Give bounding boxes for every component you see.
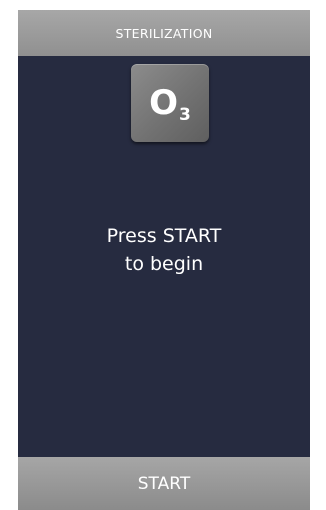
start-button-label: START xyxy=(137,473,191,494)
instruction-message: Press START to begin xyxy=(18,222,310,278)
screen-title: STERILIZATION xyxy=(115,25,213,41)
sterilizer-screen: STERILIZATION O 3 Press START to begin S… xyxy=(18,10,310,510)
instruction-line-1: Press START xyxy=(106,225,222,247)
start-button[interactable]: START xyxy=(18,457,310,510)
o3-letter: O xyxy=(149,83,179,123)
o3-subscript: 3 xyxy=(179,105,191,125)
instruction-line-2: to begin xyxy=(124,253,204,275)
header-bar: STERILIZATION xyxy=(18,10,310,56)
ozone-o3-icon: O 3 xyxy=(131,64,209,142)
